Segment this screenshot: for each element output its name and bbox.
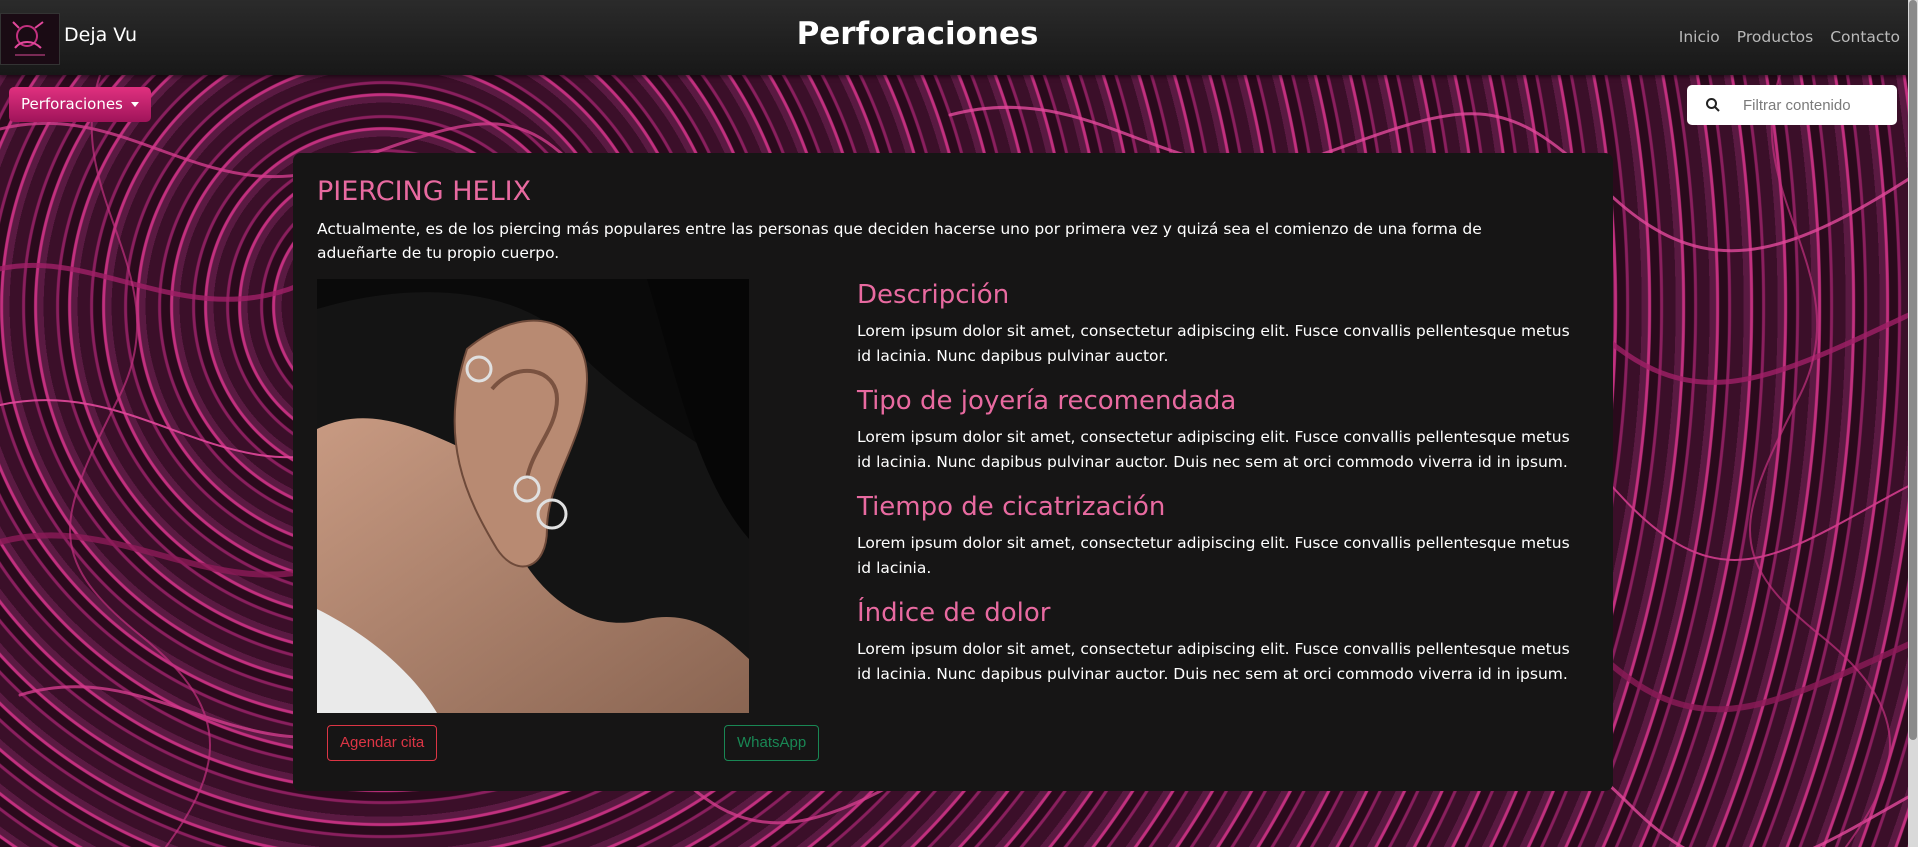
search-icon [1706, 98, 1720, 112]
schedule-appointment-button[interactable]: Agendar cita [327, 725, 438, 761]
card-intro: Actualmente, es de los piercing más popu… [317, 220, 1482, 262]
nav-links: Inicio Productos Contacto [1679, 28, 1900, 46]
section-text-cicatrizacion: Lorem ipsum dolor sit amet, consectetur … [857, 534, 1570, 577]
page-scrollbar[interactable] [1908, 0, 1918, 847]
category-dropdown[interactable]: Perforaciones [9, 87, 151, 122]
whatsapp-button[interactable]: WhatsApp [724, 725, 820, 761]
section-text-dolor: Lorem ipsum dolor sit amet, consectetur … [857, 640, 1570, 683]
info-sections: Descripción Lorem ipsum dolor sit amet, … [857, 279, 1577, 703]
section-text-descripcion: Lorem ipsum dolor sit amet, consectetur … [857, 322, 1570, 365]
navbar: Deja Vu Perforaciones Inicio Productos C… [0, 0, 1908, 75]
nav-link-productos[interactable]: Productos [1737, 28, 1813, 46]
dropdown-label: Perforaciones [21, 95, 123, 113]
card-title: PIERCING HELIX [317, 176, 532, 207]
nav-link-contacto[interactable]: Contacto [1830, 28, 1900, 46]
page-title: Perforaciones [796, 16, 1039, 52]
scrollbar-thumb[interactable] [1909, 0, 1917, 740]
section-heading-descripcion: Descripción [857, 280, 1010, 310]
nav-link-inicio[interactable]: Inicio [1679, 28, 1720, 46]
search-box [1687, 85, 1897, 125]
search-input[interactable] [1741, 95, 1895, 115]
ear-piercing-photo [317, 279, 749, 713]
section-text-joyeria: Lorem ipsum dolor sit amet, consectetur … [857, 428, 1570, 471]
caret-down-icon [130, 102, 139, 107]
section-heading-dolor: Índice de dolor [857, 598, 1051, 628]
section-heading-joyeria: Tipo de joyería recomendada [857, 386, 1237, 416]
piercing-card: PIERCING HELIX Actualmente, es de los pi… [293, 153, 1613, 791]
section-heading-cicatrizacion: Tiempo de cicatrización [857, 492, 1166, 522]
